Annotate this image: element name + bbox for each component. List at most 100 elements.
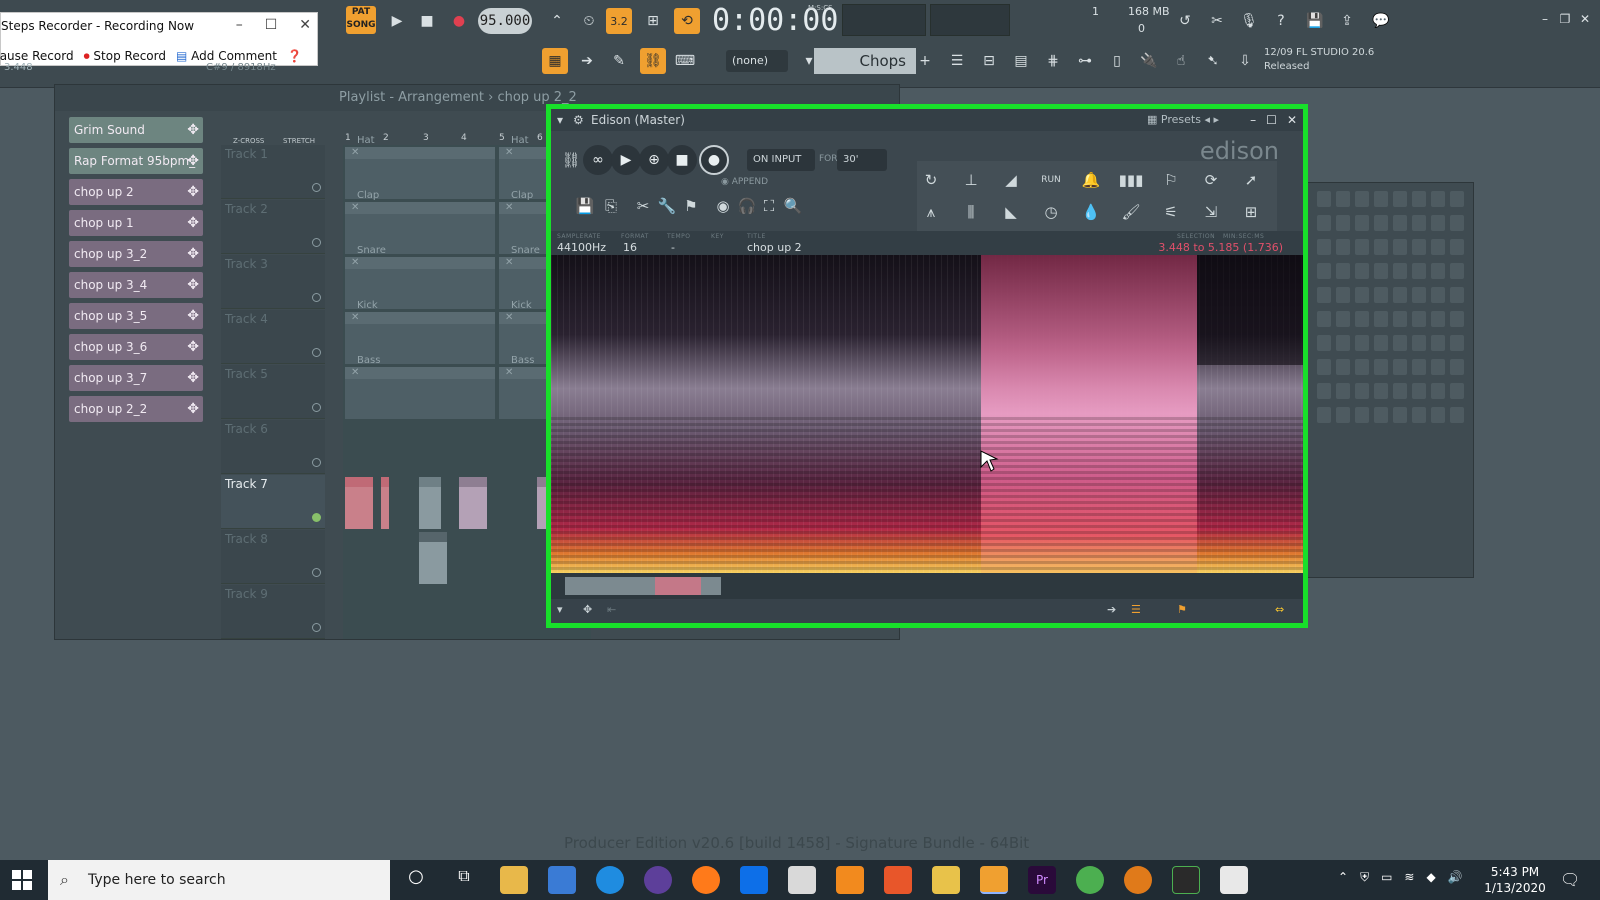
save-icon[interactable]: 💾 <box>571 193 599 219</box>
channel-rack-icon[interactable]: ▤ <box>1008 48 1034 74</box>
pattern-item[interactable]: Grim Sound ✥ <box>69 117 203 143</box>
link-icon[interactable]: ⛓ <box>640 48 666 74</box>
volume-icon[interactable]: 🔊 <box>1448 870 1463 885</box>
cursor-icon[interactable]: ➚ <box>1237 167 1265 193</box>
drag-icon[interactable]: ✥ <box>187 303 199 329</box>
countdown-icon[interactable]: 3.2 <box>606 8 632 34</box>
fl-studio-icon[interactable] <box>980 866 1008 894</box>
minimize-icon[interactable]: – <box>1538 12 1552 26</box>
close-icon[interactable]: ✕ <box>299 17 311 33</box>
taskbar-clock[interactable]: 5:43 PM 1/13/2020 <box>1480 864 1550 896</box>
step-edit-icon[interactable]: ⊞ <box>640 8 666 34</box>
pattern-clip[interactable]: ✕ Bass <box>345 355 495 419</box>
taskbar-search[interactable]: ⌕ Type here to search <box>48 860 390 900</box>
notes-icon[interactable]: ▯ <box>1104 48 1130 74</box>
pattern-item[interactable]: chop up 3_6 ✥ <box>69 334 203 360</box>
wifi-icon[interactable]: ≋ <box>1404 870 1414 885</box>
play-icon[interactable]: ▶ <box>611 145 641 175</box>
windows-start-icon[interactable] <box>12 870 32 890</box>
drag-icon[interactable]: ✥ <box>583 603 592 616</box>
mute-dot[interactable] <box>312 238 321 247</box>
pattern-item[interactable]: Rap Format 95bpm_ ✥ <box>69 148 203 174</box>
track-header[interactable]: Track 3 <box>221 255 325 309</box>
duration-select[interactable]: 30' <box>837 149 887 171</box>
spectrogram-view[interactable] <box>551 255 1303 573</box>
maximize-icon[interactable]: ☐ <box>265 17 278 33</box>
drag-icon[interactable]: ✥ <box>187 179 199 205</box>
mic-icon[interactable]: 🎙 <box>1236 8 1262 34</box>
pattern-item[interactable]: chop up 2 ✥ <box>69 179 203 205</box>
dropbox-tray-icon[interactable]: ◆ <box>1426 870 1435 885</box>
pat-song-toggle[interactable]: PAT SONG <box>346 6 376 34</box>
gear-icon[interactable]: ⚙ <box>573 109 584 131</box>
track-header[interactable]: Track 6 <box>221 420 325 474</box>
premiere-icon[interactable]: Pr <box>1028 866 1056 894</box>
mute-dot[interactable] <box>312 293 321 302</box>
mute-dot[interactable] <box>312 348 321 357</box>
restore-icon[interactable]: ❐ <box>1558 12 1572 26</box>
task-view-icon[interactable]: ⧉ <box>450 866 478 894</box>
pitch-icon[interactable]: ⩚ <box>917 199 945 225</box>
undo-icon[interactable]: ↻ <box>917 167 945 193</box>
drop-icon[interactable]: 💧 <box>1077 199 1105 225</box>
track-header[interactable]: Track 8 <box>221 530 325 584</box>
close-icon[interactable]: ✕ <box>1287 109 1297 131</box>
track-header[interactable]: Track 2 <box>221 200 325 254</box>
pause-record-button[interactable]: Pause Record <box>0 49 74 63</box>
mixer-icon[interactable]: ☰ <box>944 48 970 74</box>
normalize-icon[interactable]: ⊥ <box>957 167 985 193</box>
send-to-playlist-icon[interactable]: ➔ <box>1107 603 1116 616</box>
save-icon[interactable]: 💾 <box>1302 8 1328 34</box>
loop-record-icon[interactable]: ⟲ <box>674 8 700 34</box>
pattern-item[interactable]: chop up 3_7 ✥ <box>69 365 203 391</box>
brush-icon[interactable]: 🖌 <box>1117 199 1145 225</box>
pattern-select[interactable]: (none) <box>726 50 788 72</box>
fade-out-icon[interactable]: ◣ <box>997 199 1025 225</box>
mute-dot[interactable] <box>312 403 321 412</box>
minimize-icon[interactable]: – <box>1250 109 1256 131</box>
drag-icon[interactable]: ✥ <box>187 396 199 422</box>
track-header[interactable]: Track 7 <box>221 475 325 529</box>
add-comment-button[interactable]: ▤ Add Comment <box>176 49 277 63</box>
help-icon[interactable]: ❓ <box>287 49 302 63</box>
link-icon[interactable]: ⛓ <box>557 147 585 173</box>
samplerate-value[interactable]: 44100Hz <box>557 241 606 254</box>
drag-icon[interactable]: ✥ <box>187 241 199 267</box>
reverb-icon[interactable]: 🔔 <box>1077 167 1105 193</box>
tempo-display[interactable]: 95.000 <box>478 8 532 34</box>
drag-icon[interactable]: ✥ <box>187 117 199 143</box>
stretch-toggle[interactable]: STRETCH <box>283 137 315 145</box>
audio-clip[interactable] <box>459 477 487 529</box>
pattern-item[interactable]: chop up 3_5 ✥ <box>69 303 203 329</box>
drag-icon[interactable]: ✥ <box>187 210 199 236</box>
audio-clip[interactable] <box>419 477 441 529</box>
audio-clip[interactable] <box>345 477 373 529</box>
arrow-right-icon[interactable]: ➔ <box>574 48 600 74</box>
swap-icon[interactable]: ⟳ <box>1197 167 1225 193</box>
loop-play-icon[interactable]: ⊕ <box>639 145 669 175</box>
pattern-item[interactable]: chop up 1 ✥ <box>69 210 203 236</box>
mute-dot[interactable] <box>312 183 321 192</box>
selection-range[interactable]: 3.448 to 5.185 (1.736) <box>1158 241 1283 254</box>
run-icon[interactable]: RUN <box>1037 167 1065 193</box>
drag-icon[interactable]: ✥ <box>187 334 199 360</box>
notifications-icon[interactable]: 🗨 <box>1560 870 1580 889</box>
maximize-icon[interactable]: ☐ <box>1266 109 1277 131</box>
tempo-value[interactable]: - <box>671 241 675 254</box>
record-mode-select[interactable]: ON INPUT <box>747 149 815 171</box>
audio-clip[interactable] <box>381 477 389 529</box>
z-cross-toggle[interactable]: Z-CROSS <box>233 137 264 145</box>
vlc-icon[interactable] <box>836 866 864 894</box>
keyboard-icon[interactable]: ⌨ <box>672 48 698 74</box>
news-panel[interactable]: 12/09 FL STUDIO 20.6 Released <box>1264 46 1424 78</box>
playlist-icon[interactable]: ▦ <box>542 48 568 74</box>
app-icon[interactable] <box>1172 866 1200 894</box>
marker-icon[interactable]: ⚑ <box>677 193 705 219</box>
copy-icon[interactable]: ⎘ <box>597 193 625 219</box>
track-header[interactable]: Track 5 <box>221 365 325 419</box>
track-header[interactable]: Track 1 <box>221 145 325 199</box>
browser-icon[interactable]: ⊶ <box>1072 48 1098 74</box>
cortana-icon[interactable]: ○ <box>402 866 430 894</box>
mute-dot[interactable] <box>312 623 321 632</box>
marker-icon[interactable]: ⚑ <box>1177 603 1187 616</box>
